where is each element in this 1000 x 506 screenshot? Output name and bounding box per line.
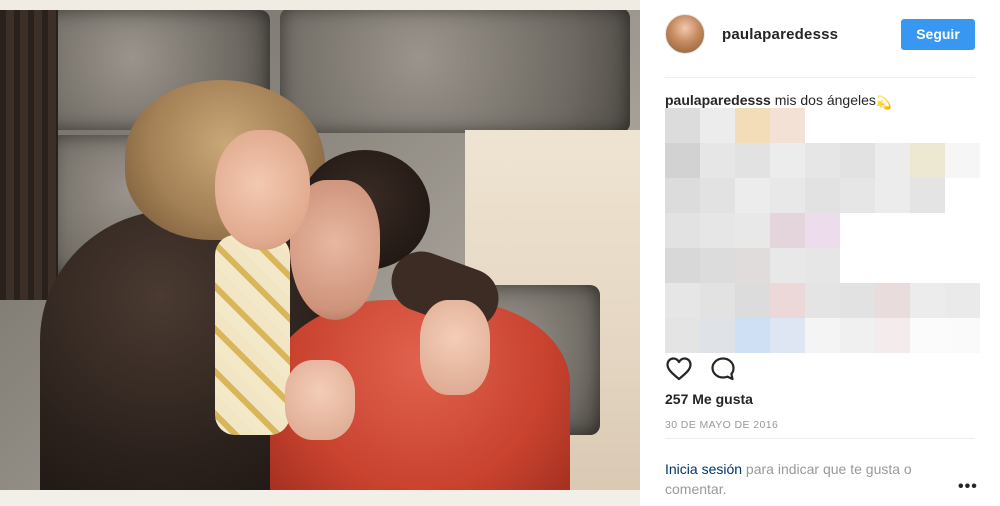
pixelated-block bbox=[805, 178, 840, 213]
pixelated-block bbox=[945, 318, 980, 353]
avatar[interactable] bbox=[665, 14, 705, 54]
pixelated-block bbox=[700, 108, 735, 143]
pixelated-block bbox=[770, 178, 805, 213]
pixelated-block bbox=[805, 283, 840, 318]
pixelated-block bbox=[735, 318, 770, 353]
pixelated-block bbox=[840, 283, 875, 318]
pixelated-block bbox=[735, 213, 770, 248]
pixelated-block bbox=[910, 318, 945, 353]
post-date: 30 DE MAYO DE 2016 bbox=[665, 419, 779, 431]
pixelated-block bbox=[770, 213, 805, 248]
pixelated-block bbox=[665, 318, 700, 353]
pixelated-block bbox=[770, 143, 805, 178]
pixelated-block bbox=[665, 178, 700, 213]
pixelated-block bbox=[770, 248, 805, 283]
pixelated-block bbox=[910, 283, 945, 318]
pixelated-block bbox=[735, 108, 770, 143]
photo-stone bbox=[280, 8, 630, 133]
pixelated-block bbox=[875, 178, 910, 213]
comment-icon[interactable] bbox=[709, 355, 737, 383]
pixelated-block bbox=[910, 143, 945, 178]
pixelated-block bbox=[805, 248, 840, 283]
pixelated-block bbox=[910, 178, 945, 213]
photo-hand bbox=[420, 300, 490, 395]
pixelated-block bbox=[665, 213, 700, 248]
photo-scarf bbox=[215, 235, 290, 435]
header-username[interactable]: paulaparedesss bbox=[722, 26, 838, 43]
pixelated-block bbox=[700, 178, 735, 213]
pixelated-block bbox=[735, 283, 770, 318]
pixelated-block bbox=[770, 318, 805, 353]
likes-count[interactable]: 257 Me gusta bbox=[665, 391, 753, 407]
pixelated-block bbox=[735, 143, 770, 178]
pixelated-block bbox=[665, 248, 700, 283]
photo-woman-face bbox=[215, 130, 310, 250]
pixelated-block bbox=[735, 178, 770, 213]
pixelated-block bbox=[805, 143, 840, 178]
pixelated-block bbox=[700, 283, 735, 318]
pixelated-block bbox=[770, 283, 805, 318]
caption-text: mis dos ángeles bbox=[774, 92, 876, 108]
post-actions bbox=[665, 355, 765, 383]
pixelated-block bbox=[700, 213, 735, 248]
pixelated-block bbox=[805, 318, 840, 353]
pixelated-block bbox=[945, 143, 980, 178]
pixelated-block bbox=[945, 283, 980, 318]
pixelated-block bbox=[700, 248, 735, 283]
divider bbox=[665, 438, 975, 439]
pixelated-block bbox=[840, 178, 875, 213]
pixelated-block bbox=[875, 283, 910, 318]
login-link[interactable]: Inicia sesión bbox=[665, 461, 742, 477]
post-photo[interactable] bbox=[0, 0, 640, 506]
pixelated-block bbox=[770, 108, 805, 143]
pixelated-block bbox=[735, 248, 770, 283]
sparkle-emoji-icon: 💫 bbox=[875, 95, 893, 110]
more-options-icon[interactable]: ••• bbox=[958, 478, 978, 496]
photo-hand bbox=[285, 360, 355, 440]
pixelated-block bbox=[805, 213, 840, 248]
photo-window-bars bbox=[0, 0, 58, 300]
login-prompt: Inicia sesión para indicar que te gusta … bbox=[665, 459, 965, 499]
pixelated-block bbox=[875, 143, 910, 178]
photo-print-border bbox=[0, 0, 640, 10]
divider bbox=[665, 77, 975, 78]
post-caption: paulaparedesss mis dos ángeles💫 bbox=[665, 92, 893, 110]
pixelated-block bbox=[665, 143, 700, 178]
pixelated-block bbox=[875, 318, 910, 353]
pixelated-block bbox=[665, 283, 700, 318]
pixelated-block bbox=[665, 108, 700, 143]
post-header: paulaparedesss Seguir bbox=[665, 12, 975, 62]
post-side-panel: paulaparedesss Seguir paulaparedesss mis… bbox=[640, 0, 1000, 506]
pixelated-block bbox=[840, 318, 875, 353]
pixelated-block bbox=[700, 318, 735, 353]
caption-username[interactable]: paulaparedesss bbox=[665, 92, 771, 108]
photo-print-border bbox=[0, 490, 640, 506]
heart-icon[interactable] bbox=[665, 355, 693, 383]
follow-button[interactable]: Seguir bbox=[901, 19, 975, 50]
pixelated-block bbox=[700, 143, 735, 178]
pixelated-block bbox=[840, 143, 875, 178]
pixelated-comments-area bbox=[665, 108, 980, 353]
